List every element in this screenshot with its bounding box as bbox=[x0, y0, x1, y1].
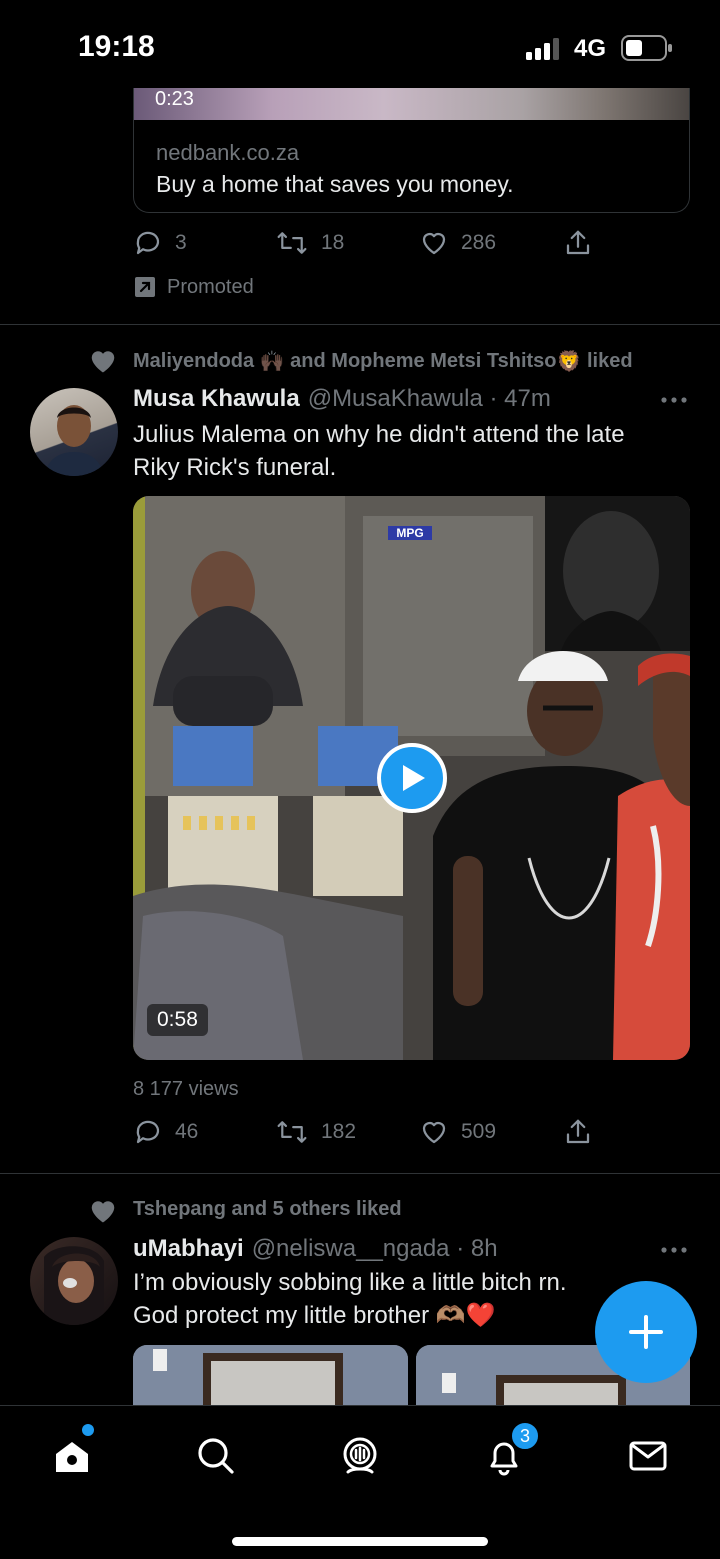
card-title: Buy a home that saves you money. bbox=[156, 171, 514, 197]
reply-icon bbox=[133, 1117, 163, 1147]
social-context[interactable]: Maliyendoda 🙌🏿 and Mopheme Metsi Tshitso… bbox=[133, 349, 633, 374]
mail-icon bbox=[629, 1441, 667, 1471]
promoted-label: Promoted bbox=[133, 275, 254, 299]
share-button[interactable] bbox=[563, 228, 593, 258]
retweet-count: 18 bbox=[321, 231, 345, 254]
video-duration: 0:58 bbox=[147, 1004, 208, 1036]
retweet-icon bbox=[275, 228, 309, 258]
retweet-button[interactable]: 18 bbox=[275, 228, 344, 258]
spaces-icon bbox=[343, 1437, 377, 1474]
like-count: 509 bbox=[461, 1120, 497, 1143]
tweet-divider bbox=[0, 1173, 720, 1174]
tab-spaces[interactable] bbox=[338, 1434, 382, 1478]
status-bar: 19:18 4G bbox=[0, 0, 720, 88]
author-handle-time: @neliswa__ngada · 8h bbox=[251, 1235, 498, 1262]
reply-count: 3 bbox=[175, 231, 187, 254]
tab-search[interactable] bbox=[194, 1434, 238, 1478]
avatar[interactable] bbox=[30, 388, 118, 476]
home-indicator[interactable] bbox=[232, 1537, 488, 1546]
heart-icon bbox=[419, 1117, 449, 1147]
play-icon bbox=[403, 765, 425, 791]
social-context[interactable]: Tshepang and 5 others liked bbox=[133, 1198, 402, 1221]
like-button[interactable]: 509 bbox=[419, 1117, 496, 1147]
bottom-tab-bar: 3 bbox=[0, 1405, 720, 1559]
tab-home[interactable] bbox=[50, 1434, 94, 1478]
like-count: 286 bbox=[461, 231, 497, 254]
tweet-text: Julius Malema on why he didn't attend th… bbox=[133, 421, 625, 481]
tweet-author[interactable]: uMabhayi @neliswa__ngada · 8h bbox=[133, 1235, 498, 1263]
home-icon bbox=[56, 1442, 88, 1472]
reply-button[interactable]: 46 bbox=[133, 1117, 198, 1147]
tweet-image[interactable] bbox=[133, 1345, 408, 1405]
author-handle-time: @MusaKhawula · 47m bbox=[307, 385, 551, 412]
retweet-count: 182 bbox=[321, 1120, 357, 1143]
status-time: 19:18 bbox=[78, 30, 155, 63]
search-icon bbox=[198, 1438, 234, 1474]
tweet-video[interactable]: MPG 0:58 bbox=[133, 496, 690, 1060]
like-button[interactable]: 286 bbox=[419, 228, 496, 258]
promoted-icon bbox=[133, 275, 157, 299]
card-domain: nedbank.co.za bbox=[156, 140, 300, 165]
more-options-icon[interactable] bbox=[660, 390, 688, 410]
retweet-button[interactable]: 182 bbox=[275, 1117, 356, 1147]
video-logo: MPG bbox=[396, 526, 424, 540]
reply-button[interactable]: 3 bbox=[133, 228, 187, 258]
notifications-badge: 3 bbox=[510, 1421, 540, 1451]
avatar[interactable] bbox=[30, 1237, 118, 1325]
heart-icon bbox=[419, 228, 449, 258]
retweet-icon bbox=[275, 1117, 309, 1147]
liked-heart-icon bbox=[88, 1196, 118, 1224]
share-icon bbox=[563, 228, 593, 258]
reply-icon bbox=[133, 228, 163, 258]
network-type: 4G bbox=[574, 35, 607, 62]
ad-video-duration: 0:23 bbox=[155, 88, 194, 110]
liked-heart-icon bbox=[88, 346, 118, 374]
compose-tweet-button[interactable] bbox=[595, 1281, 697, 1383]
plus-icon bbox=[629, 1315, 663, 1349]
more-options-icon[interactable] bbox=[660, 1240, 688, 1260]
promoted-action-bar: 3 18 286 bbox=[133, 228, 603, 262]
author-name: Musa Khawula bbox=[133, 385, 300, 412]
signal-icon bbox=[526, 38, 562, 60]
tweet-author[interactable]: Musa Khawula @MusaKhawula · 47m bbox=[133, 385, 551, 413]
tab-messages[interactable] bbox=[626, 1434, 670, 1478]
share-button[interactable] bbox=[563, 1117, 593, 1147]
tweet-divider bbox=[0, 324, 720, 325]
play-button[interactable] bbox=[377, 743, 447, 813]
share-icon bbox=[563, 1117, 593, 1147]
new-content-dot bbox=[82, 1424, 94, 1436]
battery-icon bbox=[621, 35, 673, 61]
author-name: uMabhayi bbox=[133, 1235, 244, 1262]
reply-count: 46 bbox=[175, 1120, 199, 1143]
tweet-action-bar: 46 182 509 bbox=[133, 1117, 603, 1151]
view-count: 8 177 views bbox=[133, 1078, 239, 1100]
